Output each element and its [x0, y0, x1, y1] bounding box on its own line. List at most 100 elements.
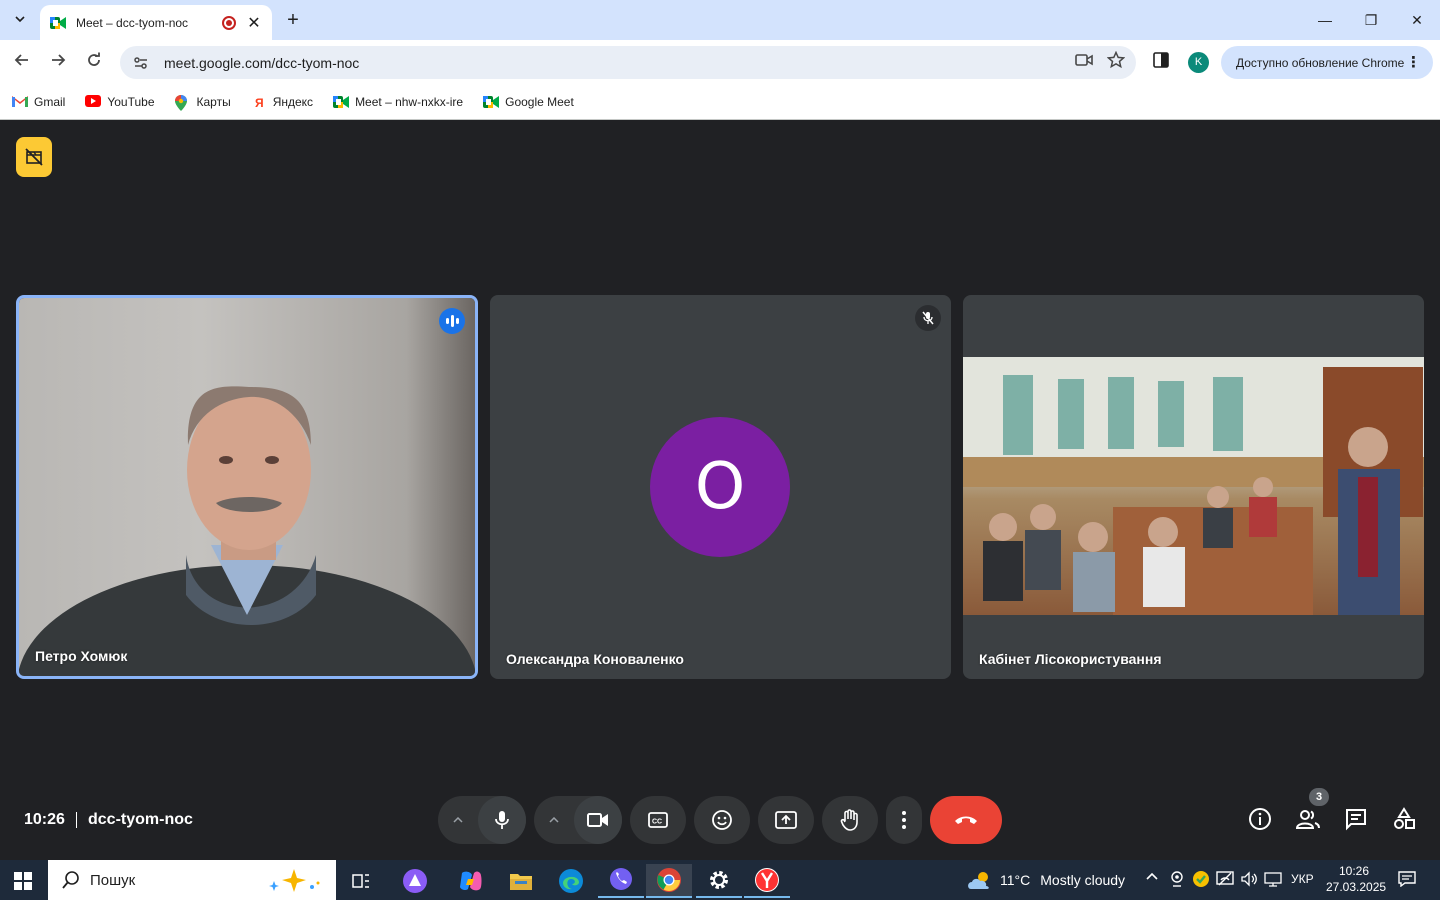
meet-icon	[483, 95, 500, 109]
people-button[interactable]	[1294, 805, 1322, 833]
back-button[interactable]	[10, 50, 34, 74]
taskbar-file-explorer[interactable]	[498, 864, 544, 898]
participant-avatar: O	[650, 417, 790, 557]
site-settings-icon[interactable]	[132, 54, 150, 72]
search-placeholder: Пошук	[90, 871, 136, 889]
bookmark-meet-nhw[interactable]: Meet – nhw-nxkx-ire	[333, 95, 463, 109]
meeting-details-button[interactable]	[1246, 805, 1274, 833]
close-window-button[interactable]: ✕	[1405, 8, 1429, 32]
bookmark-gmail[interactable]: Gmail	[12, 95, 65, 109]
meet-stage: Петро Хомюк O Олександра Коноваленко Каб…	[0, 121, 1440, 860]
maps-icon	[174, 94, 191, 111]
bookmark-yandex[interactable]: Я Яндекс	[250, 94, 313, 110]
windows-start-button[interactable]	[14, 872, 32, 890]
profile-avatar[interactable]: K	[1188, 52, 1209, 73]
activities-icon	[1394, 807, 1415, 829]
taskbar-alice-app[interactable]	[392, 864, 438, 898]
clock-date: 27.03.2025	[1326, 880, 1387, 894]
maximize-button[interactable]: ❐	[1359, 8, 1383, 32]
search-icon	[62, 871, 79, 889]
participant-tile-classroom[interactable]: Кабінет Лісокористування	[963, 295, 1424, 679]
browser-tab[interactable]: Meet – dcc-tyom-noc ✕	[40, 5, 272, 40]
chevron-up-icon	[549, 817, 559, 823]
taskbar-search[interactable]: Пошук	[48, 860, 336, 900]
taskbar-copilot-app[interactable]	[448, 864, 494, 898]
bookmark-google-meet[interactable]: Google Meet	[483, 95, 574, 109]
task-view-icon	[352, 874, 369, 888]
participant-name: Петро Хомюк	[35, 648, 128, 664]
forward-button[interactable]	[46, 50, 70, 74]
menu-dots-icon[interactable]: ⋮	[1406, 53, 1421, 71]
chat-icon	[1346, 809, 1366, 831]
security-tray-icon[interactable]	[1192, 870, 1210, 891]
mic-button[interactable]	[478, 796, 526, 844]
activities-button[interactable]	[1390, 805, 1418, 833]
reactions-button[interactable]	[694, 796, 750, 844]
browser-toolbar: meet.google.com/dcc-tyom-noc K Доступно …	[0, 40, 1440, 84]
participant-video	[963, 357, 1424, 615]
chevron-up-icon	[453, 817, 463, 823]
raise-hand-icon	[840, 809, 858, 831]
taskbar-clock[interactable]: 10:26 27.03.2025	[1326, 863, 1387, 895]
reload-icon	[88, 52, 100, 66]
task-view-button[interactable]	[338, 864, 384, 898]
smiley-icon	[712, 810, 732, 830]
copilot-icon	[460, 871, 482, 891]
taskbar-viber[interactable]	[598, 864, 644, 898]
raise-hand-button[interactable]	[822, 796, 878, 844]
camera-button[interactable]	[574, 796, 622, 844]
mic-off-icon	[915, 305, 941, 331]
network-status-tray-icon[interactable]	[1216, 870, 1234, 891]
info-icon	[1249, 808, 1271, 830]
participant-tile-oleksandra[interactable]: O Олександра Коноваленко	[490, 295, 951, 679]
leave-call-button[interactable]	[930, 796, 1002, 844]
input-language[interactable]: УКР	[1291, 872, 1314, 886]
present-button[interactable]	[758, 796, 814, 844]
minimize-button[interactable]: —	[1313, 8, 1337, 32]
bookmark-maps[interactable]: Карты	[174, 94, 231, 111]
participant-tile-petro[interactable]: Петро Хомюк	[16, 295, 478, 679]
taskbar-chrome[interactable]	[646, 864, 692, 898]
audio-settings-chevron[interactable]	[438, 796, 478, 844]
people-icon	[1295, 810, 1320, 829]
tab-close-icon[interactable]: ✕	[246, 13, 262, 33]
chrome-icon	[657, 868, 681, 892]
meet-icon	[50, 16, 66, 30]
participant-name: Кабінет Лісокористування	[979, 651, 1162, 667]
notifications-button[interactable]	[1398, 871, 1416, 888]
ethernet-tray-icon[interactable]	[1264, 870, 1282, 891]
meet-icon	[333, 95, 350, 109]
weather-widget[interactable]: 11°C Mostly cloudy	[966, 870, 1125, 890]
update-label: Доступно обновление Chrome	[1236, 55, 1405, 70]
taskbar-yandex-browser[interactable]	[744, 864, 790, 898]
captions-button[interactable]: CC	[630, 796, 686, 844]
more-options-button[interactable]	[886, 796, 922, 844]
reload-button[interactable]	[82, 50, 106, 74]
taskbar-settings[interactable]	[696, 864, 742, 898]
volume-tray-icon[interactable]	[1240, 870, 1258, 891]
update-chrome-button[interactable]: Доступно обновление Chrome ⋮	[1221, 46, 1433, 79]
tab-search-button[interactable]	[8, 7, 32, 31]
camera-in-use-icon[interactable]	[1072, 51, 1096, 75]
notification-icon	[1398, 871, 1416, 888]
hang-up-icon	[955, 816, 977, 824]
new-tab-button[interactable]: +	[282, 9, 304, 31]
gear-icon	[710, 871, 728, 889]
url-text[interactable]: meet.google.com/dcc-tyom-noc	[164, 55, 1072, 71]
yandex-browser-icon	[755, 868, 779, 892]
video-settings-chevron[interactable]	[534, 796, 574, 844]
mic-control-group	[438, 796, 526, 844]
participant-video	[19, 298, 475, 676]
weather-temperature: 11°C	[1000, 872, 1031, 888]
address-bar[interactable]: meet.google.com/dcc-tyom-noc	[120, 46, 1136, 79]
webcam-tray-icon[interactable]	[1170, 870, 1184, 891]
bookmark-star-icon[interactable]	[1104, 50, 1128, 75]
taskbar-edge[interactable]	[548, 864, 594, 898]
closed-captions-icon: CC	[648, 812, 668, 828]
video-camera-icon	[587, 813, 608, 827]
no-recording-badge[interactable]	[16, 137, 52, 177]
show-hidden-icons-button[interactable]	[1145, 870, 1159, 884]
bookmark-youtube[interactable]: YouTube	[85, 94, 155, 109]
side-panel-button[interactable]	[1152, 51, 1172, 71]
chat-button[interactable]	[1342, 805, 1370, 833]
